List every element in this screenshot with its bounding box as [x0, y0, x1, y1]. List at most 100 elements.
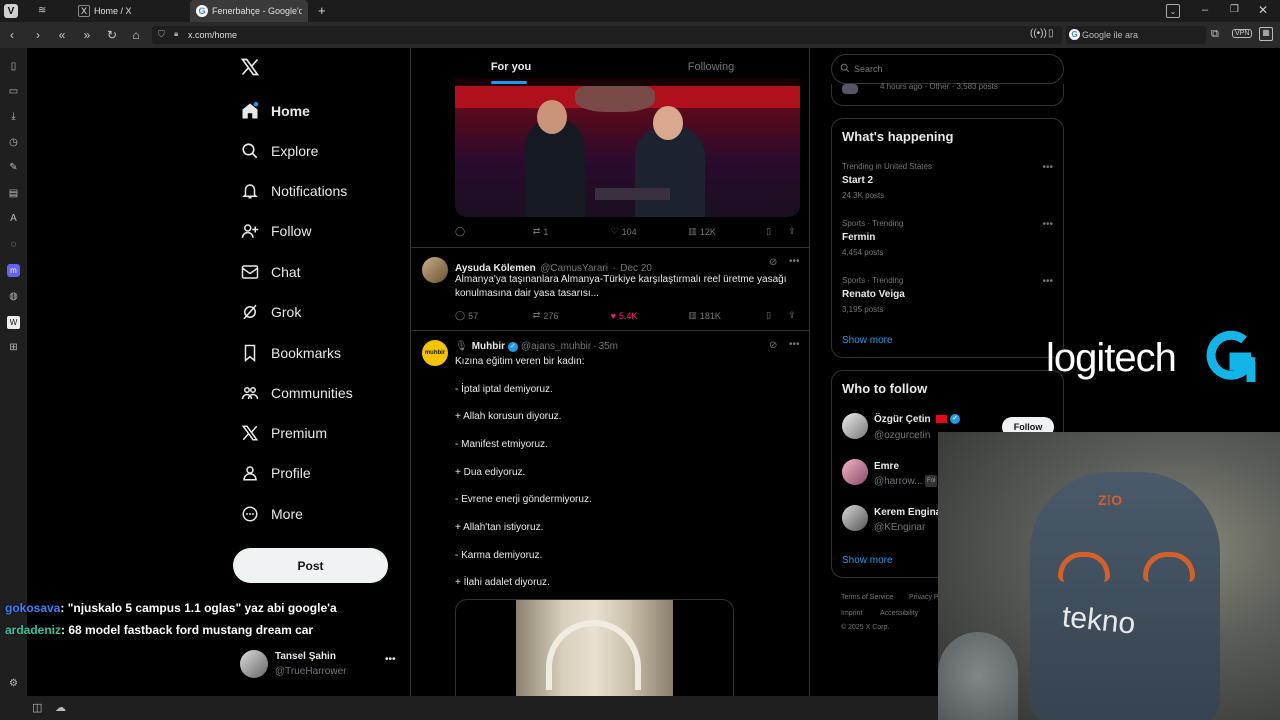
nav-explore[interactable]: Explore: [240, 136, 318, 166]
url-field[interactable]: ⛉ 🔒︎ x.com/home ((•)) ▯: [152, 26, 1062, 44]
nav-chat[interactable]: Chat: [240, 257, 301, 287]
nav-notifications[interactable]: Notifications: [240, 176, 347, 206]
footer-link[interactable]: Imprint: [841, 610, 862, 617]
account-switcher[interactable]: Tansel Şahin @TrueHarrower •••: [240, 650, 400, 682]
views-button[interactable]: ▥ 181K: [688, 310, 766, 321]
tab-stack-icon[interactable]: ≋: [38, 5, 46, 16]
rewind-button[interactable]: «: [54, 27, 70, 43]
downloads-icon[interactable]: ⤓: [7, 110, 20, 123]
tweet-photo[interactable]: [455, 78, 800, 217]
grok-icon[interactable]: ⊘: [769, 340, 777, 351]
translate-icon[interactable]: A: [7, 212, 20, 225]
nav-premium[interactable]: Premium: [240, 418, 327, 448]
maximize-button[interactable]: ❐: [1230, 4, 1239, 15]
footer-link[interactable]: Accessibility: [880, 610, 918, 617]
forward-button[interactable]: ›: [30, 27, 46, 43]
settings-gear-icon[interactable]: ⚙: [7, 677, 20, 690]
bookmark-page-icon[interactable]: ▯: [1048, 28, 1054, 39]
bookmark-button[interactable]: ▯: [766, 226, 788, 237]
tweet[interactable]: Aysuda Kölemen @CamusYarari · Dec 20 ⊘ •…: [411, 248, 809, 331]
show-more-link[interactable]: Show more: [842, 335, 893, 346]
vivaldi-menu-icon[interactable]: V: [4, 4, 18, 18]
more-dots-icon[interactable]: •••: [1042, 162, 1053, 173]
fast-forward-button[interactable]: »: [79, 27, 95, 43]
history-icon[interactable]: ◷: [7, 136, 20, 149]
tab-home-x[interactable]: X Home / X: [72, 0, 188, 22]
panel-toggle-icon[interactable]: ◫: [32, 701, 42, 714]
bookmarks-panel-icon[interactable]: ▯: [7, 60, 20, 73]
copyright: © 2025 X Corp.: [841, 624, 890, 631]
mastodon-icon[interactable]: m: [7, 264, 20, 277]
more-dots-icon[interactable]: •••: [385, 654, 396, 665]
tab-for-you[interactable]: For you: [411, 48, 611, 86]
tweet-video[interactable]: [455, 599, 734, 696]
tweet-time[interactable]: 35m: [599, 341, 618, 352]
nav-profile[interactable]: Profile: [240, 458, 311, 488]
like-button[interactable]: ♥ 5.4K: [611, 310, 689, 321]
avatar[interactable]: [842, 413, 868, 439]
chat-panel-icon[interactable]: ◌: [7, 238, 20, 251]
bookmark-button[interactable]: ▯: [766, 310, 788, 321]
trend-item[interactable]: Sports · Trending Renato Veiga 3,195 pos…: [832, 271, 1063, 325]
nav-home[interactable]: Home: [240, 96, 310, 126]
lock-icon: 🔒︎: [174, 29, 179, 38]
tab-google-search[interactable]: G Fenerbahçe - Google'da Ar: [190, 0, 308, 22]
nav-follow[interactable]: Follow: [240, 216, 311, 246]
reply-icon: ◯: [455, 226, 466, 236]
trend-item[interactable]: Trending in United States Start 2 24.3K …: [832, 157, 1063, 211]
more-dots-icon[interactable]: •••: [789, 256, 800, 267]
show-more-link[interactable]: Show more: [842, 555, 893, 566]
calculator-icon[interactable]: ▦: [1259, 27, 1273, 41]
avatar[interactable]: [422, 257, 448, 283]
window-panel-icon[interactable]: ▤: [7, 187, 20, 200]
extensions-icon[interactable]: ⧉: [1211, 28, 1219, 41]
grok-icon[interactable]: ⊘: [769, 257, 777, 268]
tab-following[interactable]: Following: [611, 48, 809, 86]
nav-grok[interactable]: Grok: [240, 297, 301, 327]
shield-icon[interactable]: ⛉: [158, 29, 165, 40]
post-button[interactable]: Post: [233, 548, 388, 583]
avatar[interactable]: [842, 459, 868, 485]
reload-icon[interactable]: ↻: [104, 27, 120, 43]
tab-list-button[interactable]: ⌄: [1166, 4, 1180, 18]
like-button[interactable]: ♡ 104: [611, 226, 689, 237]
new-tab-button[interactable]: +: [318, 3, 326, 18]
back-button[interactable]: ‹: [4, 27, 20, 43]
home-button[interactable]: ⌂: [128, 27, 144, 43]
partial-trend-meta: 4 hours ago · Other · 3,583 posts: [880, 82, 998, 91]
nav-bookmarks[interactable]: Bookmarks: [240, 338, 341, 368]
nav-communities[interactable]: Communities: [240, 378, 353, 408]
wikipedia-icon[interactable]: W: [7, 316, 20, 329]
close-window-button[interactable]: ✕: [1258, 3, 1268, 17]
avatar[interactable]: muhbir: [422, 340, 448, 366]
reply-button[interactable]: ◯ 57: [455, 310, 533, 321]
search-input[interactable]: Search: [831, 54, 1064, 84]
trend-item[interactable]: Sports · Trending Fermin 4,454 posts •••: [832, 214, 1063, 268]
search-engine-field[interactable]: G Google ile ara: [1066, 26, 1206, 44]
share-button[interactable]: ⇪: [788, 310, 800, 321]
x-logo-icon[interactable]: [240, 57, 260, 77]
web-panel-icon[interactable]: ◍: [7, 290, 20, 303]
author-name[interactable]: Muhbir: [472, 341, 505, 352]
cloud-sync-icon[interactable]: ☁: [55, 701, 66, 714]
tweet[interactable]: muhbir 🎙︎ Muhbir ✓ @ajans_muhbir · 35m ⊘…: [411, 331, 809, 696]
vpn-button[interactable]: VPN: [1232, 29, 1253, 38]
nav-more[interactable]: More: [240, 499, 303, 529]
retweet-button[interactable]: ⇄ 276: [533, 310, 611, 321]
more-dots-icon[interactable]: •••: [789, 339, 800, 350]
broadcast-icon[interactable]: ((•)): [1030, 28, 1047, 39]
more-dots-icon[interactable]: •••: [1042, 276, 1053, 287]
share-button[interactable]: ⇪: [788, 226, 800, 237]
notes-icon[interactable]: ✎: [7, 161, 20, 174]
views-button[interactable]: ▥ 12K: [688, 226, 766, 237]
more-dots-icon[interactable]: •••: [1042, 219, 1053, 230]
author-handle[interactable]: @ajans_muhbir: [521, 341, 591, 352]
reply-button[interactable]: ◯: [455, 226, 533, 237]
google-icon: G: [196, 5, 208, 17]
add-panel-icon[interactable]: ⊞: [7, 341, 20, 354]
reading-list-icon[interactable]: ▭: [7, 85, 20, 98]
minimize-button[interactable]: –: [1202, 4, 1208, 16]
avatar[interactable]: [842, 505, 868, 531]
footer-link[interactable]: Terms of Service: [841, 594, 893, 601]
retweet-button[interactable]: ⇄ 1: [533, 226, 611, 237]
